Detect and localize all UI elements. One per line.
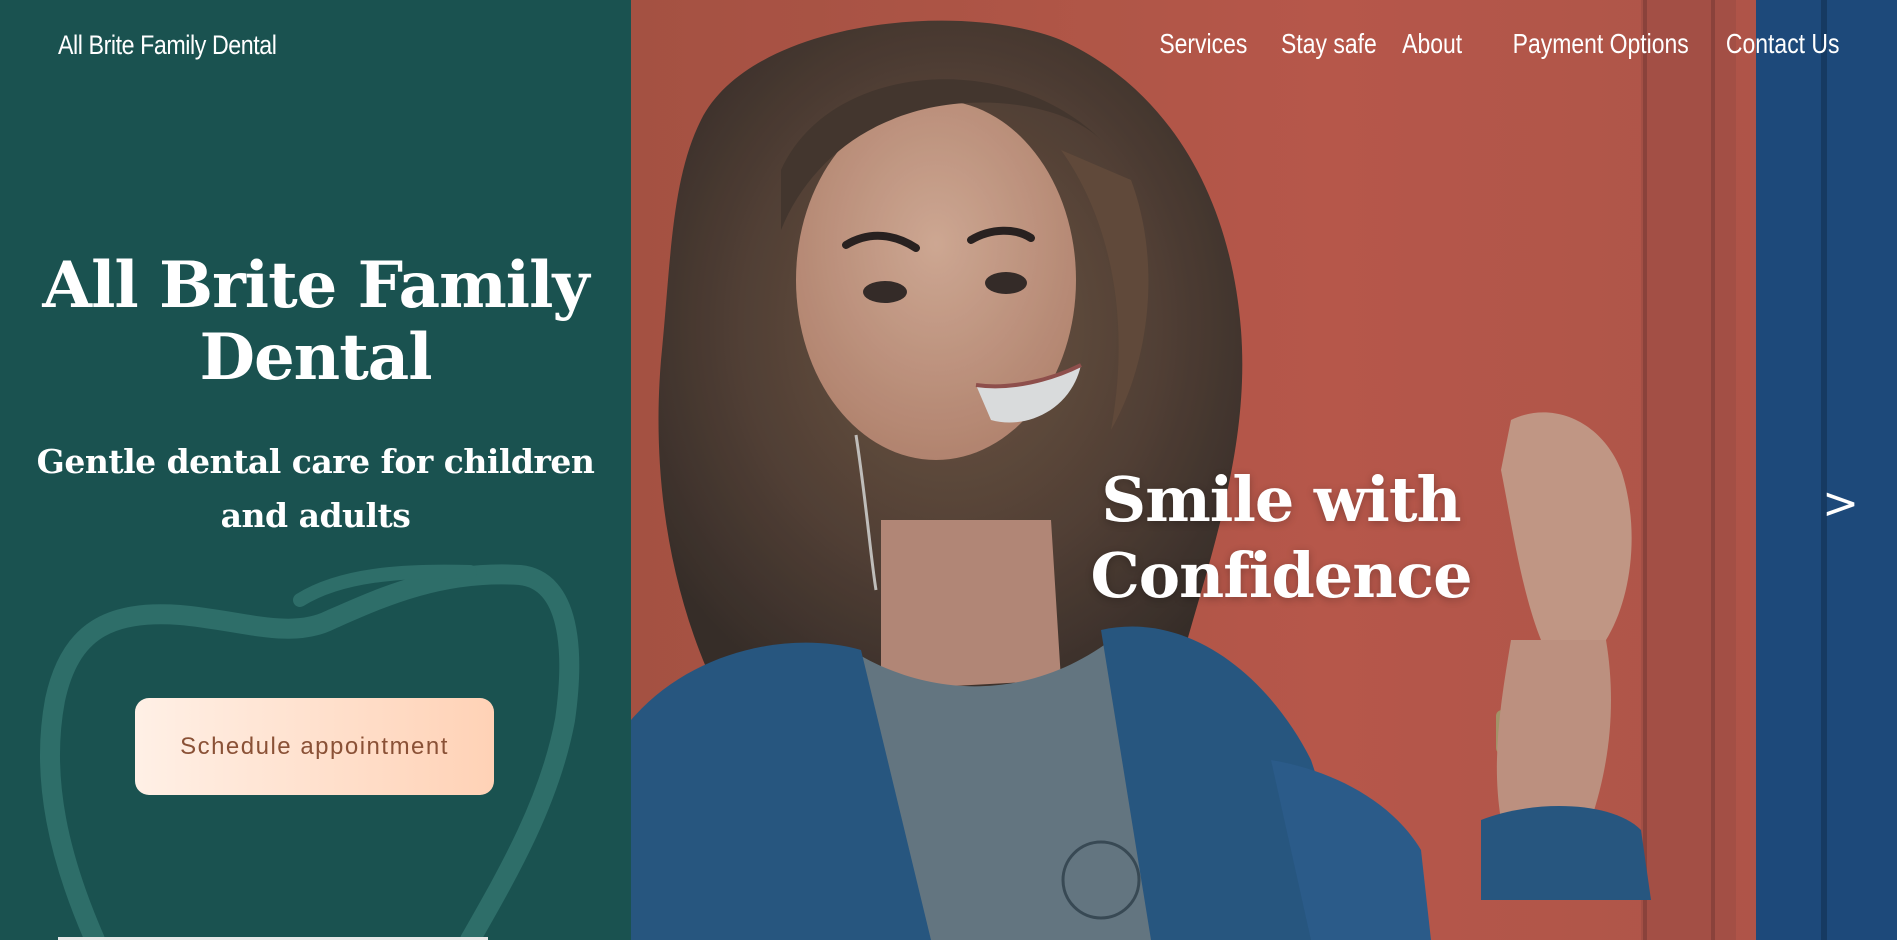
hero-image-slider: Services Stay safe About Payment Options… [631, 0, 1897, 940]
nav-payment-options[interactable]: Payment Options [1512, 28, 1688, 60]
chevron-right-icon[interactable]: > [1822, 478, 1859, 529]
nav-services[interactable]: Services [1160, 28, 1248, 60]
hero-left-panel: All Brite Family Dental All Brite Family… [0, 0, 631, 940]
main-nav: Services Stay safe About Payment Options… [1160, 28, 1839, 60]
hero-title: All Brite Family Dental [42, 248, 589, 395]
nav-stay-safe[interactable]: Stay safe [1281, 28, 1377, 60]
nav-contact-us[interactable]: Contact Us [1725, 28, 1839, 60]
brand-logo-text[interactable]: All Brite Family Dental [58, 30, 277, 61]
hero-subtitle: Gentle dental care for children and adul… [36, 442, 595, 535]
nav-about[interactable]: About [1402, 28, 1462, 60]
schedule-appointment-button[interactable]: Schedule appointment [135, 698, 494, 795]
slide-caption: Smile with Confidence [1090, 463, 1472, 612]
